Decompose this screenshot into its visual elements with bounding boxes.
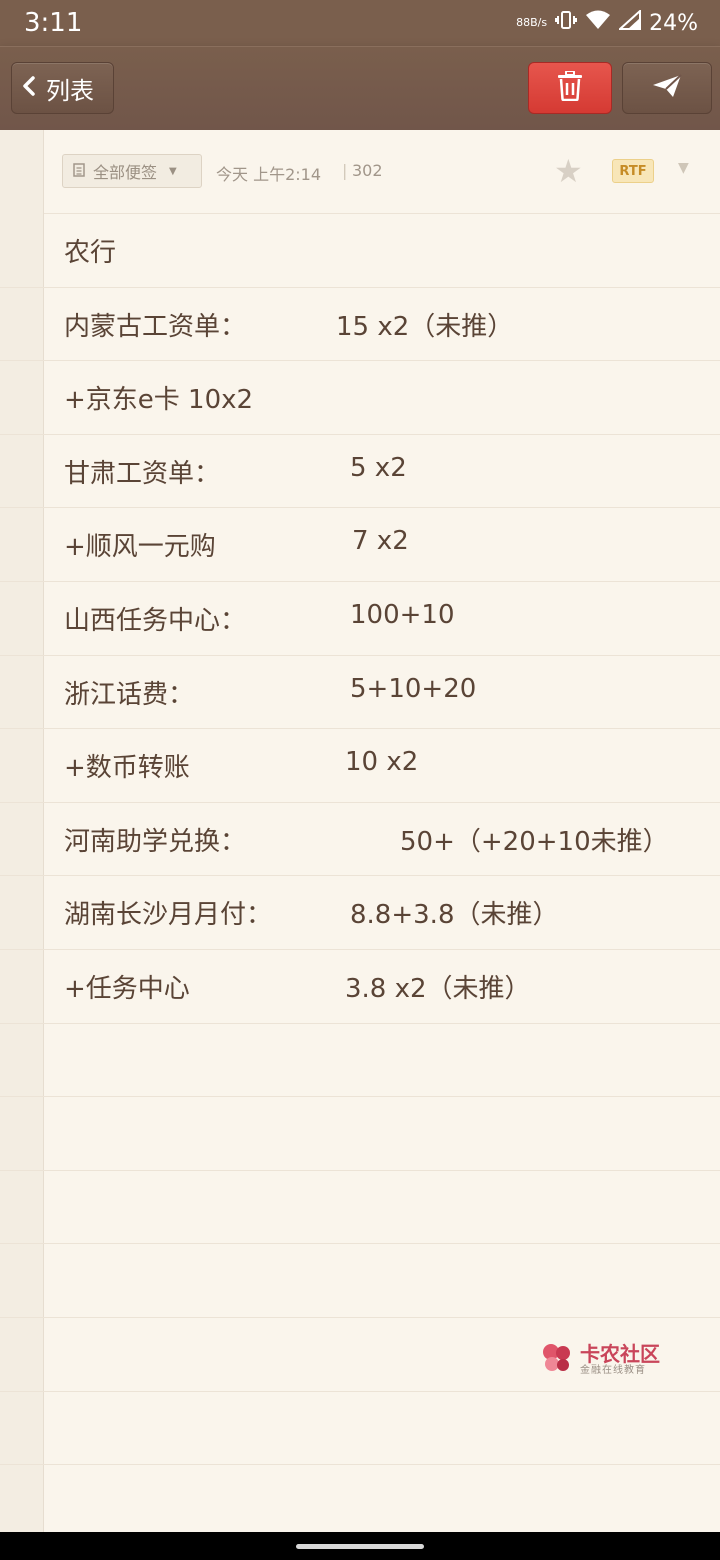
format-badge[interactable]: RTF — [612, 159, 654, 183]
send-button[interactable] — [622, 62, 712, 114]
note-line-label: +数币转账 — [64, 753, 190, 784]
note-line-value: 100+10 — [350, 599, 455, 630]
note-line[interactable]: 河南助学兑换： 50+（+20+10未推） — [0, 803, 720, 877]
status-time: 3:11 — [24, 8, 83, 38]
note-line-value: 10 x2 — [345, 747, 419, 778]
note-meta-bar: 全部便签 ▼ 今天 上午2:14 | 302 ★ RTF ▼ — [44, 130, 720, 214]
system-nav-bar — [0, 1532, 720, 1560]
status-bar: 3:11 88B/s 24% — [0, 0, 720, 46]
note-line-value: 3.8 x2（未推） — [345, 973, 531, 1004]
empty-ruled-lines — [0, 1024, 720, 1539]
note-line-label: +京东e卡 10x2 — [64, 385, 254, 416]
signal-icon — [617, 8, 642, 36]
trash-icon — [557, 70, 583, 105]
watermark-subtitle: 金融在线教育 — [580, 1365, 646, 1376]
note-line-label: 山西任务中心： — [64, 605, 247, 636]
note-line-label: +顺风一元购 — [64, 532, 216, 563]
note-paper: 全部便签 ▼ 今天 上午2:14 | 302 ★ RTF ▼ 农行内蒙古工资单：… — [0, 130, 720, 1539]
back-button[interactable]: 列表 — [11, 62, 114, 114]
note-line[interactable]: +任务中心 3.8 x2（未推） — [0, 950, 720, 1024]
caret-down-icon[interactable]: ▼ — [678, 160, 689, 176]
folder-label: 全部便签 — [93, 163, 158, 182]
meta-divider: | — [342, 161, 348, 180]
watermark: 卡农社区 金融在线教育 — [540, 1340, 700, 1380]
watermark-logo-icon — [540, 1341, 574, 1379]
note-line-label: 湖南长沙月月付： — [64, 900, 273, 931]
note-line-value: 5+10+20 — [350, 673, 477, 704]
send-icon — [652, 74, 682, 102]
note-line-label: 河南助学兑换： — [64, 826, 247, 857]
note-line-value: 5 x2 — [350, 452, 407, 483]
note-line-value: 15 x2（未推） — [336, 311, 514, 342]
vibrate-icon — [555, 10, 578, 36]
note-line[interactable]: +京东e卡 10x2 — [0, 361, 720, 435]
battery-percent: 24% — [649, 10, 698, 36]
note-icon — [73, 162, 85, 181]
status-icons: 88B/s 24% — [516, 8, 698, 36]
note-line-value: 8.8+3.8（未推） — [350, 900, 559, 931]
note-line[interactable]: +数币转账 10 x2 — [0, 729, 720, 803]
empty-line — [0, 1244, 720, 1318]
wifi-icon — [585, 10, 611, 36]
note-line[interactable]: 甘肃工资单： 5 x2 — [0, 435, 720, 509]
empty-line — [0, 1465, 720, 1539]
toolbar: 列表 — [0, 46, 720, 130]
note-line-label: +任务中心 — [64, 973, 190, 1004]
note-line-label: 浙江话费： — [64, 679, 195, 710]
caret-down-icon: ▼ — [169, 165, 177, 177]
net-speed: 88B/s — [516, 16, 548, 29]
home-gesture-pill[interactable] — [296, 1544, 424, 1549]
note-line[interactable]: 山西任务中心： 100+10 — [0, 582, 720, 656]
note-date: 今天 上午2:14 — [216, 165, 322, 184]
star-icon[interactable]: ★ — [554, 154, 583, 188]
note-line-value: 7 x2 — [352, 526, 409, 557]
back-label: 列表 — [46, 76, 94, 105]
note-line[interactable]: 内蒙古工资单： 15 x2（未推） — [0, 288, 720, 362]
chevron-left-icon — [22, 74, 36, 102]
note-line-label: 农行 — [64, 238, 117, 268]
note-line[interactable]: 湖南长沙月月付： 8.8+3.8（未推） — [0, 876, 720, 950]
folder-selector[interactable]: 全部便签 ▼ — [62, 154, 202, 188]
note-line[interactable]: 浙江话费： 5+10+20 — [0, 656, 720, 730]
watermark-title: 卡农社区 — [580, 1342, 660, 1366]
char-count: 302 — [352, 161, 383, 180]
delete-button[interactable] — [528, 62, 612, 114]
note-line[interactable]: 农行 — [0, 214, 720, 288]
empty-line — [0, 1097, 720, 1171]
note-body[interactable]: 农行内蒙古工资单： 15 x2（未推） +京东e卡 10x2 甘肃工资单： 5 x2 +顺… — [0, 214, 720, 1024]
note-line-label: 甘肃工资单： — [64, 458, 221, 489]
note-line-label: 内蒙古工资单： — [64, 311, 247, 342]
empty-line — [0, 1171, 720, 1245]
note-line-value: 50+（+20+10未推） — [400, 826, 669, 857]
empty-line — [0, 1392, 720, 1466]
empty-line — [0, 1024, 720, 1098]
note-line[interactable]: +顺风一元购 7 x2 — [0, 508, 720, 582]
